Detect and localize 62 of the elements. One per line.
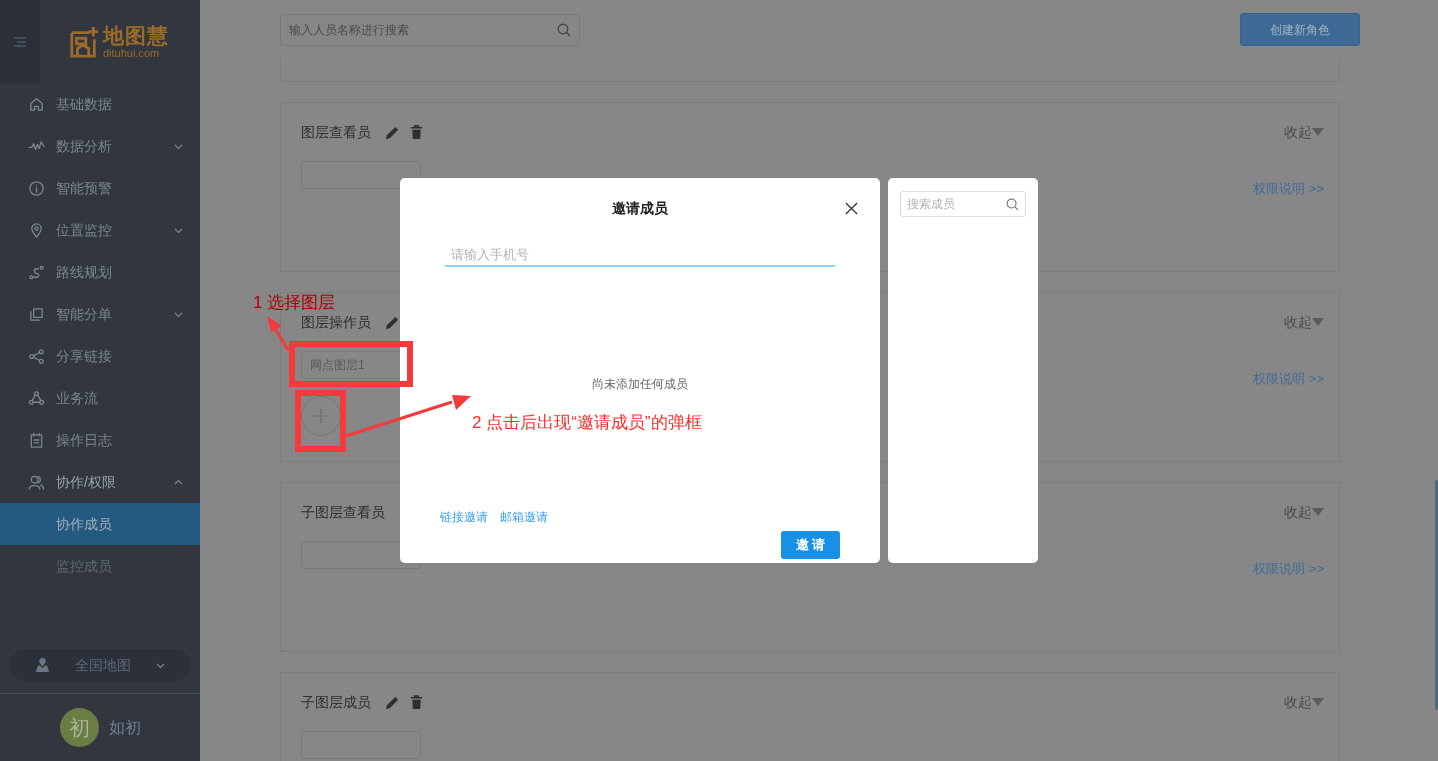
submenu-item[interactable]: 协作成员 bbox=[0, 503, 200, 545]
logo-name: 地图慧 bbox=[103, 24, 169, 46]
role-title: 图层操作员 bbox=[301, 312, 371, 332]
info-icon bbox=[28, 179, 45, 197]
empty-message: 尚未添加任何成员 bbox=[591, 376, 689, 393]
pencil-icon[interactable] bbox=[385, 124, 400, 140]
highlight-frame bbox=[295, 390, 346, 452]
trash-icon[interactable] bbox=[410, 124, 423, 140]
annotation-arrow bbox=[267, 316, 290, 351]
member-search-field[interactable]: 搜索成员 bbox=[900, 191, 1026, 217]
collapse-toggle[interactable]: 收起 bbox=[1284, 688, 1324, 716]
role-title: 子图层成员 bbox=[301, 692, 371, 712]
user-icon bbox=[28, 473, 45, 491]
map-pin-icon bbox=[34, 657, 51, 673]
collapse-toggle[interactable]: 收起 bbox=[1284, 118, 1324, 146]
collapse-toggle[interactable]: 收起 bbox=[1284, 308, 1324, 336]
dialog-title: 邀请成员 bbox=[612, 199, 668, 218]
invite-link[interactable]: 链接邀请 bbox=[440, 508, 488, 526]
logo-domain: dituhui.com bbox=[103, 47, 160, 59]
menu-item[interactable]: 基础数据 bbox=[0, 83, 200, 125]
map-selector[interactable]: 全国地图 bbox=[10, 649, 190, 681]
user-name: 如初 bbox=[109, 717, 141, 738]
role-title: 子图层查看员 bbox=[301, 502, 385, 522]
menu-item[interactable]: 数据分析 bbox=[0, 125, 200, 167]
triangle-down-icon bbox=[1312, 127, 1324, 137]
menu-item[interactable]: 智能分单 bbox=[0, 293, 200, 335]
menu-item[interactable]: 路线规划 bbox=[0, 251, 200, 293]
menu-item[interactable]: 业务流 bbox=[0, 377, 200, 419]
permission-link[interactable]: 权限说明 >> bbox=[1253, 179, 1324, 199]
menu-item[interactable]: 分享链接 bbox=[0, 335, 200, 377]
search-icon bbox=[1006, 197, 1019, 211]
annotation-text: 1 选择图层 bbox=[253, 292, 336, 314]
nodes-icon bbox=[28, 389, 45, 407]
triangle-down-icon bbox=[1312, 317, 1324, 327]
menu-item[interactable]: 智能预警 bbox=[0, 167, 200, 209]
scrollbar[interactable] bbox=[1435, 480, 1438, 710]
invite-link[interactable]: 邮箱邀请 bbox=[500, 508, 548, 526]
close-icon[interactable] bbox=[845, 202, 858, 215]
triangle-down-icon bbox=[1312, 697, 1324, 707]
collapse-toggle[interactable]: 收起 bbox=[1284, 498, 1324, 526]
search-icon bbox=[557, 22, 571, 37]
menu-item[interactable]: 操作日志 bbox=[0, 419, 200, 461]
create-role-button[interactable]: 创建新角色 bbox=[1240, 13, 1360, 46]
copy-icon bbox=[28, 305, 45, 323]
menu-item[interactable]: 协作/权限 bbox=[0, 461, 200, 503]
menu-item[interactable]: 位置监控 bbox=[0, 209, 200, 251]
triangle-down-icon bbox=[1312, 507, 1324, 517]
annotation-text: 2 点击后出现“邀请成员”的弹框 bbox=[472, 412, 702, 434]
home-icon bbox=[28, 95, 45, 113]
pencil-icon[interactable] bbox=[385, 694, 400, 710]
phone-input[interactable]: 请输入手机号 bbox=[445, 243, 835, 267]
role-title: 图层查看员 bbox=[301, 122, 371, 142]
logo-icon bbox=[69, 24, 99, 59]
trash-icon[interactable] bbox=[410, 694, 423, 710]
clipboard-icon bbox=[28, 431, 45, 449]
share-icon bbox=[28, 347, 45, 365]
invite-button[interactable]: 邀 请 bbox=[781, 531, 840, 559]
location-pin-icon bbox=[28, 221, 45, 239]
route-icon bbox=[28, 263, 45, 281]
permission-link[interactable]: 权限说明 >> bbox=[1253, 559, 1324, 579]
user-avatar: 初 bbox=[60, 708, 99, 747]
permission-link[interactable]: 权限说明 >> bbox=[1253, 369, 1324, 389]
